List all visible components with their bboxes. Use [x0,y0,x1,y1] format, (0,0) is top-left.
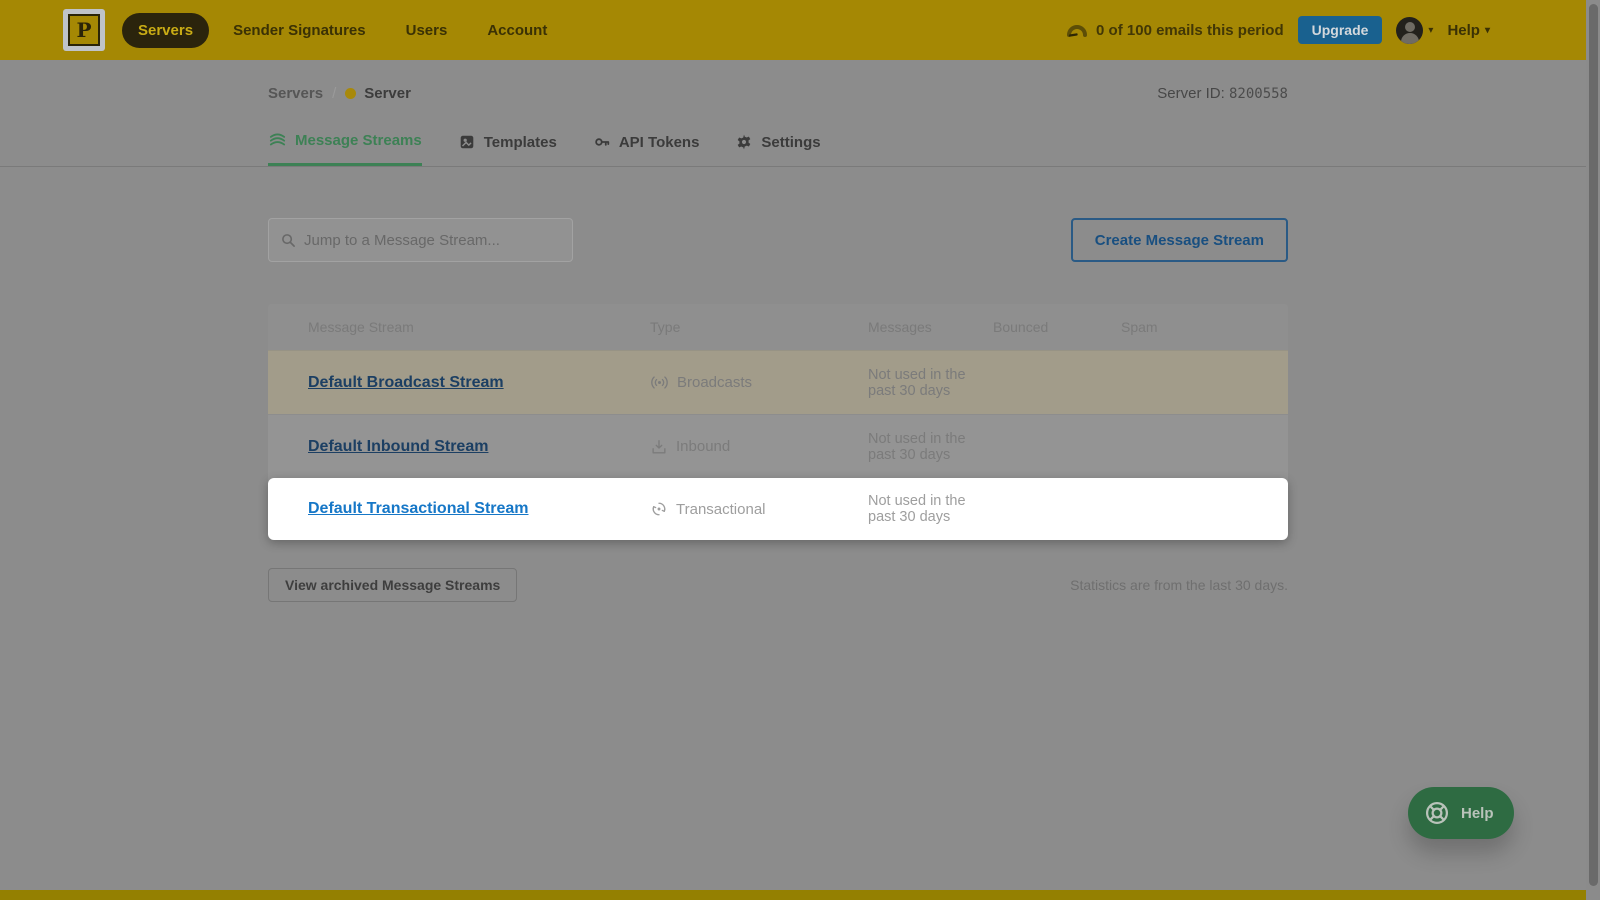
tab-message-streams[interactable]: Message Streams [268,130,422,166]
message-streams-icon [268,131,287,150]
tab-api-tokens[interactable]: API Tokens [593,130,700,166]
broadcast-icon [650,373,669,392]
type-cell: Inbound [650,438,868,456]
usage-indicator: 0 of 100 emails this period [1066,22,1284,39]
help-fab[interactable]: Help [1408,787,1514,839]
nav-item-servers[interactable]: Servers [122,13,209,48]
scrollbar-thumb[interactable] [1589,4,1598,886]
stats-note: Statistics are from the last 30 days. [1070,577,1288,593]
lifebuoy-icon [1422,798,1452,828]
key-icon [593,133,611,151]
column-header-bounced: Bounced [993,319,1121,335]
gear-icon [735,133,753,151]
table-row-inbound: Default Inbound Stream Inbound Not used … [268,414,1288,478]
top-navbar: P Servers Sender Signatures Users Accoun… [0,0,1600,60]
tab-settings[interactable]: Settings [735,130,820,166]
type-label: Inbound [676,438,730,455]
server-id-value: 8200558 [1229,86,1288,102]
table-row-broadcast: Default Broadcast Stream Broadcasts Not … [268,350,1288,414]
stream-toolbar: Create Message Stream [268,218,1288,262]
breadcrumb-separator: / [332,85,336,102]
create-message-stream-button[interactable]: Create Message Stream [1071,218,1288,262]
transactional-icon [650,500,668,518]
column-header-messages: Messages [868,319,993,335]
templates-icon [458,133,476,151]
tab-label: Message Streams [295,132,422,149]
tab-templates[interactable]: Templates [458,130,557,166]
help-menu-label: Help [1447,22,1480,39]
gauge-icon [1066,23,1088,37]
tab-label: Templates [484,134,557,151]
stream-link-transactional[interactable]: Default Transactional Stream [308,500,529,517]
server-id: Server ID: 8200558 [1157,85,1288,102]
nav-item-account[interactable]: Account [471,13,563,48]
chevron-down-icon: ▾ [1428,25,1433,36]
breadcrumb-row: Servers / Server Server ID: 8200558 [268,80,1288,106]
column-header-type: Type [650,319,868,335]
nav-item-users[interactable]: Users [390,13,464,48]
postmark-logo[interactable]: P [63,9,105,51]
type-cell: Transactional [650,500,868,518]
help-fab-label: Help [1461,805,1494,822]
stream-link-inbound[interactable]: Default Inbound Stream [308,438,488,455]
search-icon [281,233,296,248]
tab-label: API Tokens [619,134,700,151]
navbar-right: 0 of 100 emails this period Upgrade ▾ He… [1066,16,1580,44]
breadcrumb-current: Server [345,85,411,102]
view-archived-button[interactable]: View archived Message Streams [268,568,517,602]
column-header-spam: Spam [1121,319,1248,335]
server-tabs: Message Streams Templates API Tokens Set… [268,130,1288,166]
nav-items: Servers Sender Signatures Users Account [122,13,563,48]
search-input[interactable] [304,232,560,249]
tab-label: Settings [761,134,820,151]
table-footer: View archived Message Streams Statistics… [268,568,1288,602]
upgrade-button[interactable]: Upgrade [1298,16,1383,44]
page: P Servers Sender Signatures Users Accoun… [0,0,1600,900]
breadcrumb-current-label: Server [364,85,411,102]
status-cell: Not used in the past 30 days [868,493,993,525]
stream-link-broadcast[interactable]: Default Broadcast Stream [308,374,504,391]
usage-text: 0 of 100 emails this period [1096,22,1284,39]
status-cell: Not used in the past 30 days [868,367,993,399]
status-cell: Not used in the past 30 days [868,431,993,463]
stream-search[interactable] [268,218,573,262]
chevron-down-icon: ▾ [1485,25,1490,36]
type-label: Broadcasts [677,374,752,391]
breadcrumb-servers-link[interactable]: Servers [268,85,323,102]
table-row-transactional-spotlight: Default Transactional Stream Transaction… [268,478,1288,540]
main-content: Servers / Server Server ID: 8200558 Mess… [268,60,1288,602]
inbound-icon [650,438,668,456]
scrollbar-track [1586,0,1600,900]
page-bottom-strip [0,890,1586,900]
server-status-dot [345,88,356,99]
postmark-logo-letter: P [68,14,100,46]
server-id-label: Server ID: [1157,85,1225,102]
avatar [1396,17,1423,44]
message-streams-table: Message Stream Type Messages Bounced Spa… [268,304,1288,540]
help-menu[interactable]: Help ▾ [1447,22,1490,39]
type-cell: Broadcasts [650,373,868,392]
nav-item-sender-signatures[interactable]: Sender Signatures [217,13,382,48]
column-header-message-stream: Message Stream [308,319,650,335]
table-header: Message Stream Type Messages Bounced Spa… [268,304,1288,350]
type-label: Transactional [676,501,766,518]
breadcrumb: Servers / Server [268,85,411,102]
account-menu[interactable]: ▾ [1396,17,1433,44]
